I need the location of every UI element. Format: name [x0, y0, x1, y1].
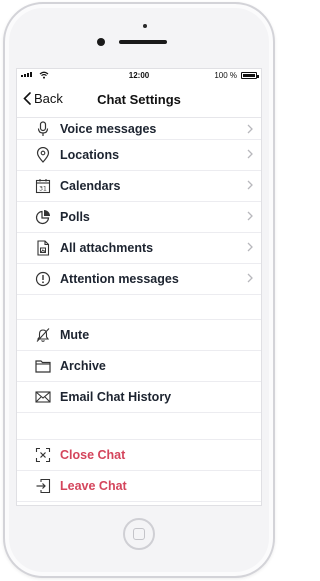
document-icon	[33, 238, 53, 258]
row-label: Polls	[60, 210, 90, 224]
battery-icon	[241, 72, 259, 79]
calendar-icon: 31	[33, 176, 53, 196]
settings-row-all-attachments[interactable]: All attachments	[17, 233, 261, 264]
settings-row-mute[interactable]: Mute	[17, 320, 261, 351]
row-label: Email Chat History	[60, 390, 172, 404]
chevron-right-icon	[247, 149, 253, 159]
page-title: Chat Settings	[97, 92, 181, 107]
proximity-sensor	[143, 24, 147, 28]
row-label: Voice messages	[60, 121, 157, 136]
settings-row-archive[interactable]: Archive	[17, 351, 261, 382]
settings-row-attention-messages[interactable]: Attention messages	[17, 264, 261, 295]
row-label: Calendars	[60, 179, 121, 193]
chevron-right-icon	[247, 124, 253, 134]
calendar-day: 31	[39, 186, 47, 193]
settings-row-email-chat-history[interactable]: Email Chat History	[17, 382, 261, 413]
status-bar: 12:00 100 %	[17, 69, 261, 83]
settings-row-close-chat[interactable]: Close Chat	[17, 440, 261, 471]
row-label: Attention messages	[60, 272, 179, 286]
close-chat-icon	[33, 445, 53, 465]
section-spacer	[17, 295, 261, 320]
chevron-right-icon	[247, 211, 253, 221]
row-label: Archive	[60, 359, 106, 373]
row-label: Close Chat	[60, 448, 126, 462]
row-label: Mute	[60, 328, 90, 342]
pie-chart-icon	[33, 207, 53, 227]
earpiece-speaker	[119, 40, 167, 44]
bell-off-icon	[33, 325, 53, 345]
microphone-icon	[33, 119, 53, 139]
app-screen: 12:00 100 % Back Chat Settings Voice mes…	[16, 68, 262, 506]
row-label: All attachments	[60, 241, 154, 255]
settings-row-leave-chat[interactable]: Leave Chat	[17, 471, 261, 502]
navigation-bar: Back Chat Settings	[17, 83, 261, 118]
row-label: Leave Chat	[60, 479, 127, 493]
settings-row-voice-messages[interactable]: Voice messages	[17, 118, 261, 140]
folder-icon	[33, 356, 53, 376]
section-spacer	[17, 413, 261, 440]
exclamation-circle-icon	[33, 269, 53, 289]
leave-chat-icon	[33, 476, 53, 496]
settings-row-locations[interactable]: Locations	[17, 140, 261, 171]
battery-percent: 100 %	[214, 71, 237, 80]
chevron-right-icon	[247, 242, 253, 252]
settings-row-calendars[interactable]: 31 Calendars	[17, 171, 261, 202]
chevron-right-icon	[247, 180, 253, 190]
row-label: Locations	[60, 148, 120, 162]
home-button[interactable]	[123, 518, 155, 550]
chevron-right-icon	[247, 273, 253, 283]
location-pin-icon	[33, 145, 53, 165]
envelope-icon	[33, 387, 53, 407]
settings-row-polls[interactable]: Polls	[17, 202, 261, 233]
front-camera	[97, 38, 105, 46]
